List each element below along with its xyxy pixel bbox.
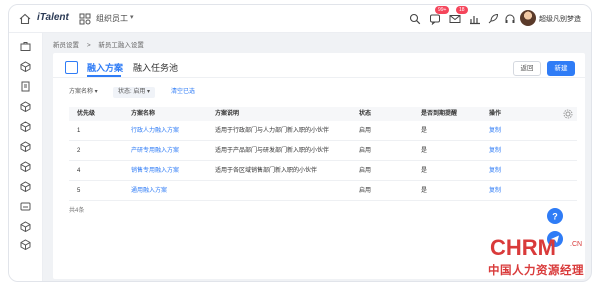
sidebar-cube-icon-5[interactable] (20, 161, 31, 172)
table-row: 5 通用融入方案 启用 是 复制 (69, 181, 577, 201)
row-priority: 1 (77, 128, 81, 134)
row-remind: 是 (421, 188, 428, 194)
table-row: 2 产研专用融入方案 适用于产品部门与研发部门新入职的小伙伴 启用 是 复制 (69, 141, 577, 161)
user-name[interactable]: 超级凡别梦造 (539, 14, 581, 24)
org-switcher-label[interactable]: 组织员工 (96, 13, 128, 24)
row-status: 启用 (359, 188, 372, 194)
sidebar-cube-icon[interactable] (20, 61, 31, 72)
table-row: 1 行政人力融入方案 适用于行政部门与人力部门新入职的小伙伴 启用 是 复制 (69, 121, 577, 141)
row-name-link[interactable]: 产研专用融入方案 (131, 141, 179, 161)
row-status: 启用 (359, 148, 372, 154)
table-total: 共4条 (69, 208, 85, 214)
row-copy-link[interactable]: 复制 (489, 121, 501, 141)
sidebar-cube-icon-8[interactable] (20, 239, 31, 250)
message-icon[interactable] (429, 13, 441, 25)
sidebar-cube-icon-6[interactable] (20, 181, 31, 192)
table-row: 4 销售专用融入方案 适用于各区域销售部门新入职的小伙伴 启用 是 复制 (69, 161, 577, 181)
filter-plan-name-label: 方案名称 (69, 89, 94, 95)
sidebar (9, 33, 43, 281)
mail-icon[interactable] (449, 13, 461, 25)
col-desc: 方案说明 (215, 111, 240, 117)
app-logo: iTalent (37, 12, 69, 23)
help-button[interactable]: ? (547, 208, 563, 224)
breadcrumb-separator: > (86, 42, 91, 49)
col-status: 状态 (359, 111, 372, 117)
clear-filters-link[interactable]: 清空已选 (171, 87, 195, 98)
col-remind: 是否到期提醒 (421, 111, 458, 117)
help-icon: ? (552, 212, 558, 222)
rocket-icon[interactable] (487, 13, 499, 25)
user-avatar[interactable] (520, 10, 536, 26)
row-desc: 适用于产品部门与研发部门新入职的小伙伴 (215, 148, 330, 154)
filter-status-label: 状态: 启用 (118, 89, 146, 95)
row-status: 启用 (359, 168, 372, 174)
breadcrumb-item[interactable]: 新员设置 (53, 42, 79, 49)
filter-plan-name[interactable]: 方案名称 ▾ (69, 87, 98, 98)
col-priority: 优先级 (77, 111, 96, 117)
breadcrumb-current: 新员工融入设置 (98, 42, 144, 49)
row-desc: 适用于各区域销售部门新入职的小伙伴 (215, 168, 318, 174)
row-copy-link[interactable]: 复制 (489, 141, 501, 161)
sidebar-cube-icon-3[interactable] (20, 121, 31, 132)
sidebar-tray-icon[interactable] (20, 201, 31, 212)
org-grid-icon[interactable] (79, 13, 91, 25)
breadcrumb: 新员设置 > 新员工融入设置 (53, 39, 150, 53)
tabs-divider (53, 77, 585, 78)
chrm-watermark: CHRM .CN 中国人力资源经理 (484, 233, 596, 283)
filter-status[interactable]: 状态: 启用 ▾ (113, 87, 156, 98)
chart-icon[interactable] (469, 13, 481, 25)
home-icon[interactable] (19, 13, 31, 25)
col-op: 操作 (489, 111, 502, 117)
row-priority: 5 (77, 188, 81, 194)
chevron-down-icon[interactable]: ▾ (130, 13, 134, 21)
new-button[interactable]: 新建 (547, 61, 575, 76)
top-bar: iTalent 组织员工 ▾ 99+ 18 超级凡别梦造 (9, 5, 591, 33)
back-button[interactable]: 返回 (513, 61, 541, 76)
watermark-logo: CHRM (490, 235, 556, 260)
message-badge: 99+ (435, 6, 450, 14)
search-icon[interactable] (409, 13, 421, 25)
col-name: 方案名称 (131, 111, 156, 117)
row-remind: 是 (421, 168, 428, 174)
headset-icon[interactable] (504, 13, 516, 25)
row-copy-link[interactable]: 复制 (489, 181, 501, 201)
plan-icon (65, 61, 78, 74)
row-name-link[interactable]: 通用融入方案 (131, 181, 167, 201)
row-status: 启用 (359, 128, 372, 134)
tab-task-pool[interactable]: 融入任务池 (133, 61, 178, 74)
watermark-domain: .CN (570, 241, 583, 248)
row-desc: 适用于行政部门与人力部门新入职的小伙伴 (215, 128, 330, 134)
column-settings-gear-icon[interactable] (563, 109, 573, 119)
row-priority: 4 (77, 168, 81, 174)
row-name-link[interactable]: 销售专用融入方案 (131, 161, 179, 181)
watermark-subtitle: 中国人力资源经理 (488, 263, 584, 277)
sidebar-document-icon[interactable] (20, 81, 31, 92)
svg-text:?: ? (552, 212, 558, 222)
tab-plans[interactable]: 融入方案 (87, 61, 123, 74)
sidebar-cube-icon-7[interactable] (20, 221, 31, 232)
mail-badge: 18 (456, 6, 468, 14)
table-header: 优先级 方案名称 方案说明 状态 是否到期提醒 操作 (69, 107, 577, 121)
sidebar-briefcase-icon[interactable] (20, 41, 31, 52)
sidebar-cube-icon-2[interactable] (20, 101, 31, 112)
sidebar-cube-icon-4[interactable] (20, 141, 31, 152)
row-name-link[interactable]: 行政人力融入方案 (131, 121, 179, 141)
row-priority: 2 (77, 148, 81, 154)
row-remind: 是 (421, 128, 428, 134)
row-remind: 是 (421, 148, 428, 154)
row-copy-link[interactable]: 复制 (489, 161, 501, 181)
